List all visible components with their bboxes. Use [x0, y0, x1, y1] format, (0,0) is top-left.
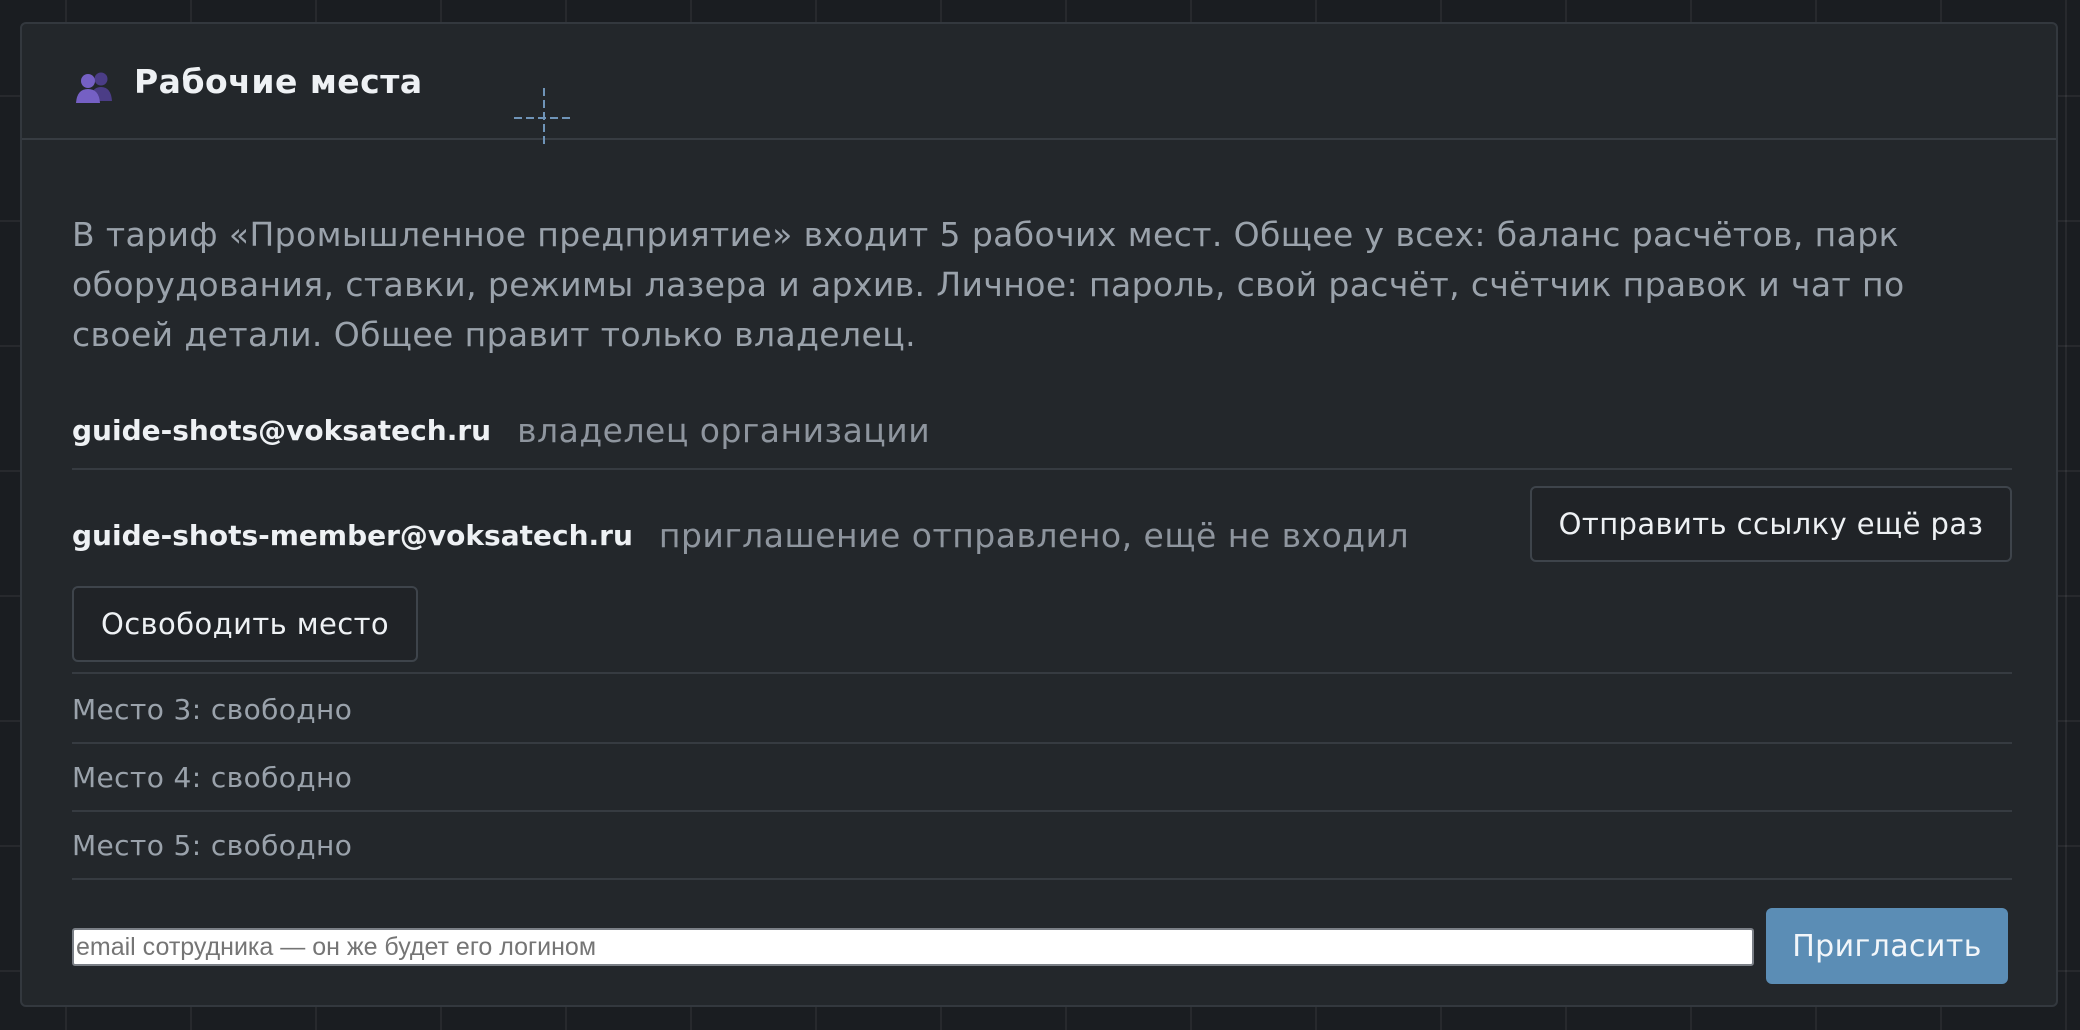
resend-link-button[interactable]: Отправить ссылку ещё раз [1530, 486, 2012, 562]
seat-row-member: guide-shots-member@voksatech.ru приглаше… [72, 472, 2012, 674]
free-seat-row: Место 3: свободно [72, 676, 2012, 744]
panel-header: Рабочие места [22, 24, 2056, 148]
free-seat-row: Место 5: свободно [72, 812, 2012, 880]
seat-row-owner: guide-shots@voksatech.ru владелец органи… [72, 392, 2012, 470]
seat-status: владелец организации [517, 410, 931, 450]
seat-status: приглашение отправлено, ещё не входил [658, 516, 1410, 555]
users-icon [74, 67, 114, 107]
free-seat-button[interactable]: Освободить место [72, 586, 418, 662]
invite-button[interactable]: Пригласить [1766, 908, 2008, 984]
plan-description: В тариф «Промышленное предприятие» входи… [72, 215, 1905, 354]
page-title: Рабочие места [134, 62, 423, 101]
seats-panel: Рабочие места В тариф «Промышленное пред… [20, 22, 2058, 1007]
seat-member-info: guide-shots-member@voksatech.ru приглаше… [72, 516, 1409, 555]
free-seat-row: Место 4: свободно [72, 744, 2012, 812]
panel-body: В тариф «Промышленное предприятие» входи… [72, 140, 2012, 1005]
seat-email: guide-shots@voksatech.ru [72, 413, 492, 447]
seat-email: guide-shots-member@voksatech.ru [72, 519, 633, 552]
invite-email-input[interactable] [72, 928, 1754, 966]
